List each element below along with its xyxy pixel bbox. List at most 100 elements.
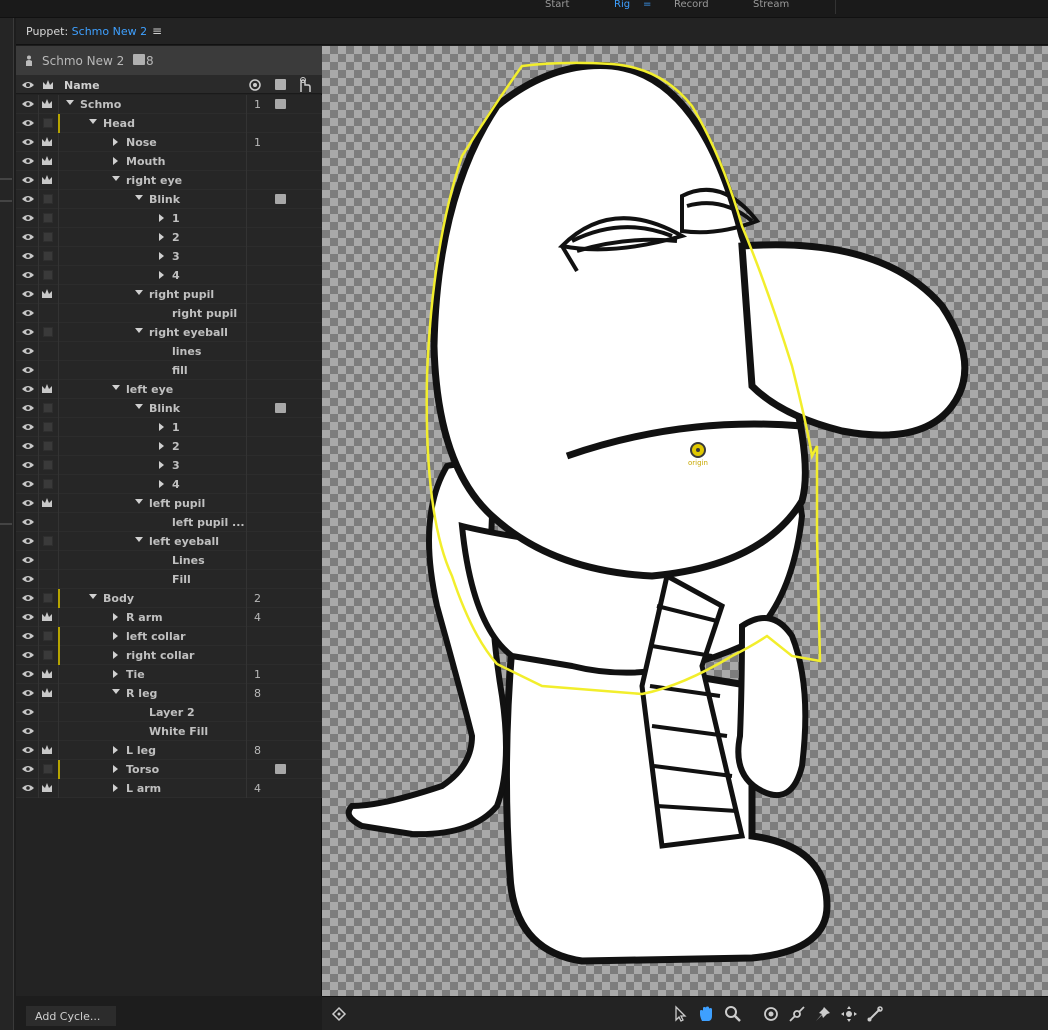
layer-row[interactable]: right pupil: [16, 285, 322, 304]
visibility-eye-icon[interactable]: [22, 442, 34, 450]
layer-row[interactable]: L arm 4: [16, 779, 322, 798]
dragger-icon[interactable]: [788, 1005, 806, 1023]
independence-toggle[interactable]: [43, 650, 53, 660]
puppet-icon[interactable]: [330, 1005, 348, 1023]
visibility-eye-icon[interactable]: [22, 594, 34, 602]
collapse-triangle-icon[interactable]: [113, 746, 118, 754]
visibility-eye-icon[interactable]: [22, 423, 34, 431]
layer-row[interactable]: Blink: [16, 399, 322, 418]
expand-triangle-icon[interactable]: [89, 119, 97, 124]
visibility-eye-icon[interactable]: [22, 518, 34, 526]
layer-row[interactable]: left eye: [16, 380, 322, 399]
expand-triangle-icon[interactable]: [66, 100, 74, 105]
layer-row[interactable]: Torso: [16, 760, 322, 779]
visibility-eye-icon[interactable]: [22, 385, 34, 393]
workspace-rig-menu[interactable]: =: [643, 0, 651, 10]
layer-row[interactable]: Mouth: [16, 152, 322, 171]
layer-row[interactable]: 2: [16, 228, 322, 247]
layer-row[interactable]: Nose 1: [16, 133, 322, 152]
visibility-eye-icon[interactable]: [22, 480, 34, 488]
add-cycle-button[interactable]: Add Cycle...: [26, 1006, 116, 1026]
collapse-triangle-icon[interactable]: [159, 461, 164, 469]
select-arrow-icon[interactable]: [672, 1005, 690, 1023]
transform-icon[interactable]: [840, 1005, 858, 1023]
expand-triangle-icon[interactable]: [89, 594, 97, 599]
layer-row[interactable]: lines: [16, 342, 322, 361]
layer-row[interactable]: Layer 2: [16, 703, 322, 722]
visibility-eye-icon[interactable]: [22, 176, 34, 184]
layer-row[interactable]: right pupil: [16, 304, 322, 323]
visibility-eye-icon[interactable]: [22, 556, 34, 564]
visibility-eye-icon[interactable]: [22, 499, 34, 507]
layer-row[interactable]: R arm 4: [16, 608, 322, 627]
layer-row[interactable]: Blink: [16, 190, 322, 209]
visibility-eye-icon[interactable]: [22, 765, 34, 773]
puppet-panel-tab[interactable]: Puppet: Schmo New 2: [26, 25, 147, 38]
visibility-eye-icon[interactable]: [22, 670, 34, 678]
independence-toggle[interactable]: [43, 422, 53, 432]
collapse-triangle-icon[interactable]: [113, 138, 118, 146]
independence-crown-icon[interactable]: [41, 668, 53, 680]
collapse-triangle-icon[interactable]: [159, 214, 164, 222]
zoom-icon[interactable]: [724, 1005, 742, 1023]
independence-toggle[interactable]: [43, 403, 53, 413]
layer-row[interactable]: left pupil: [16, 494, 322, 513]
layer-row[interactable]: Body 2: [16, 589, 322, 608]
layer-row[interactable]: 1: [16, 209, 322, 228]
layer-row[interactable]: right eye: [16, 171, 322, 190]
independence-crown-icon[interactable]: [41, 136, 53, 148]
independence-crown-icon[interactable]: [41, 383, 53, 395]
expand-triangle-icon[interactable]: [135, 328, 143, 333]
visibility-eye-icon[interactable]: [22, 746, 34, 754]
layer-row[interactable]: 4: [16, 475, 322, 494]
stick-icon[interactable]: [866, 1005, 884, 1023]
expand-triangle-icon[interactable]: [135, 404, 143, 409]
independence-toggle[interactable]: [43, 764, 53, 774]
layer-row[interactable]: 3: [16, 247, 322, 266]
independence-toggle[interactable]: [43, 460, 53, 470]
independence-crown-icon[interactable]: [41, 744, 53, 756]
collapse-triangle-icon[interactable]: [159, 271, 164, 279]
layer-row[interactable]: 1: [16, 418, 322, 437]
visibility-eye-icon[interactable]: [22, 651, 34, 659]
visibility-eye-icon[interactable]: [22, 366, 34, 374]
visibility-eye-icon[interactable]: [22, 252, 34, 260]
collapse-triangle-icon[interactable]: [113, 632, 118, 640]
visibility-eye-icon[interactable]: [22, 309, 34, 317]
visibility-eye-icon[interactable]: [22, 727, 34, 735]
independence-crown-icon[interactable]: [41, 288, 53, 300]
independence-toggle[interactable]: [43, 536, 53, 546]
visibility-eye-icon[interactable]: [22, 271, 34, 279]
visibility-eye-icon[interactable]: [22, 138, 34, 146]
visibility-eye-icon[interactable]: [22, 613, 34, 621]
collapse-triangle-icon[interactable]: [159, 423, 164, 431]
visibility-eye-icon[interactable]: [22, 195, 34, 203]
independence-crown-icon[interactable]: [41, 98, 53, 110]
visibility-eye-icon[interactable]: [22, 328, 34, 336]
collapse-triangle-icon[interactable]: [113, 157, 118, 165]
collapse-triangle-icon[interactable]: [113, 765, 118, 773]
hamburger-menu-icon[interactable]: ≡: [152, 24, 162, 38]
expand-triangle-icon[interactable]: [112, 176, 120, 181]
layer-row[interactable]: Tie 1: [16, 665, 322, 684]
visibility-eye-icon[interactable]: [22, 784, 34, 792]
visibility-eye-icon[interactable]: [22, 632, 34, 640]
independence-toggle[interactable]: [43, 232, 53, 242]
collapse-triangle-icon[interactable]: [113, 651, 118, 659]
layer-row[interactable]: Head: [16, 114, 322, 133]
layer-row[interactable]: left pupil ...: [16, 513, 322, 532]
independence-toggle[interactable]: [43, 441, 53, 451]
hand-icon[interactable]: [697, 1005, 715, 1023]
independence-toggle[interactable]: [43, 631, 53, 641]
layer-row[interactable]: Schmo 1: [16, 95, 322, 114]
independence-crown-icon[interactable]: [41, 611, 53, 623]
visibility-eye-icon[interactable]: [22, 214, 34, 222]
independence-crown-icon[interactable]: [41, 687, 53, 699]
layer-row[interactable]: White Fill: [16, 722, 322, 741]
expand-triangle-icon[interactable]: [112, 689, 120, 694]
workspace-record[interactable]: Record: [674, 0, 709, 10]
layer-row[interactable]: left eyeball: [16, 532, 322, 551]
visibility-eye-icon[interactable]: [22, 708, 34, 716]
name-column-header[interactable]: Name: [64, 79, 100, 92]
visibility-eye-icon[interactable]: [22, 100, 34, 108]
